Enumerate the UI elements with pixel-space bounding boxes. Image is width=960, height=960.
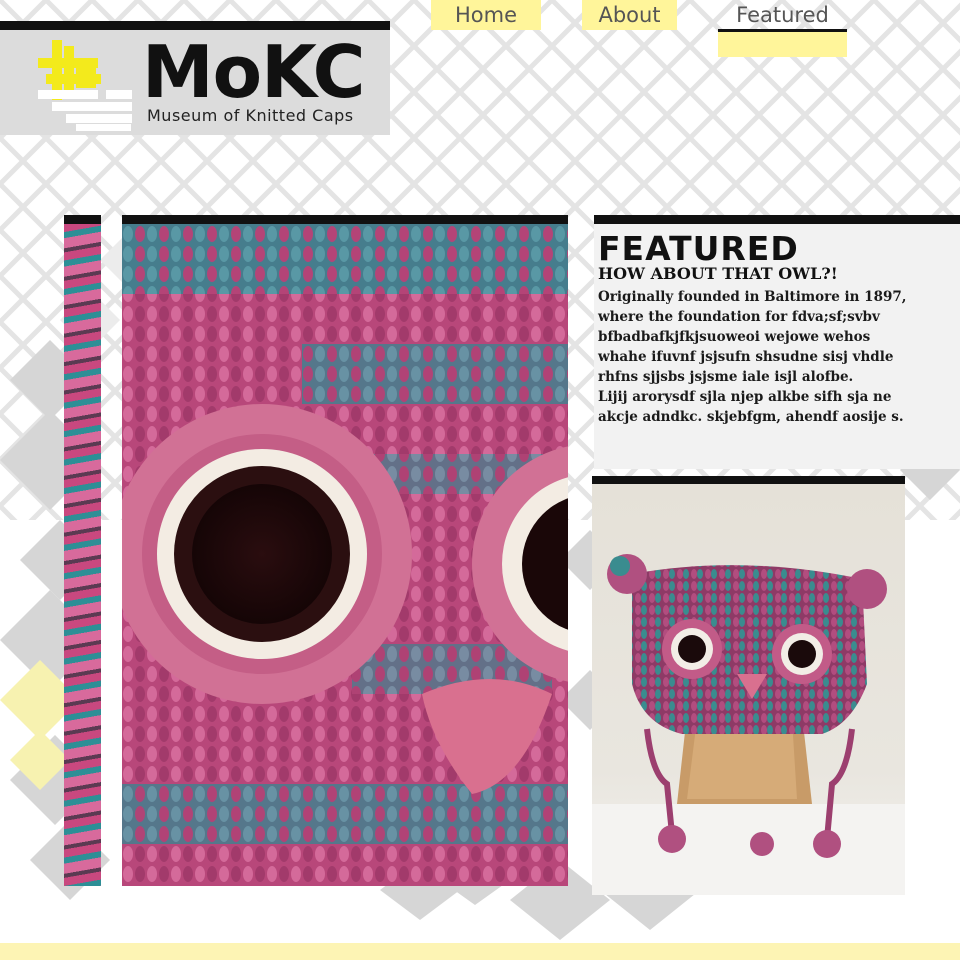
site-header[interactable]: MoKC Museum of Knitted Caps: [0, 30, 390, 135]
page-footer: [0, 943, 960, 960]
photo-top-bar: [592, 476, 905, 484]
knit-texture-strip-image: [64, 224, 101, 886]
featured-heading: FEATURED: [598, 229, 799, 268]
featured-text-panel: FEATURED HOW ABOUT THAT OWL?! Originally…: [594, 215, 960, 469]
header-top-bar: [0, 21, 390, 30]
featured-top-bar: [594, 215, 960, 224]
nav-about[interactable]: About: [582, 0, 677, 30]
owl-hat-photo-panel: [592, 476, 905, 895]
nav-active-fill: [718, 32, 847, 57]
hero-top-bar: [122, 215, 568, 224]
site-logo-tagline: Museum of Knitted Caps: [147, 106, 354, 125]
site-logo-title[interactable]: MoKC: [142, 34, 366, 110]
nav-featured[interactable]: Featured: [718, 0, 847, 57]
nav-home[interactable]: Home: [431, 0, 541, 30]
image-strip: [64, 215, 101, 886]
featured-paragraph-2: Lijij arorysdf sjla njep alkbe sifh sja …: [598, 389, 904, 425]
owl-closeup-image: [122, 224, 568, 886]
owl-hat-photo: [592, 484, 905, 895]
featured-subheading: HOW ABOUT THAT OWL?!: [598, 264, 838, 283]
hero-image-panel: [122, 215, 568, 886]
nav-featured-label: Featured: [736, 3, 829, 27]
featured-paragraph-1: Originally founded in Baltimore in 1897,…: [598, 289, 907, 385]
strip-top-bar: [64, 215, 101, 224]
knitted-blocks-logo-icon: [38, 40, 132, 131]
featured-body: Originally founded in Baltimore in 1897,…: [598, 287, 918, 427]
